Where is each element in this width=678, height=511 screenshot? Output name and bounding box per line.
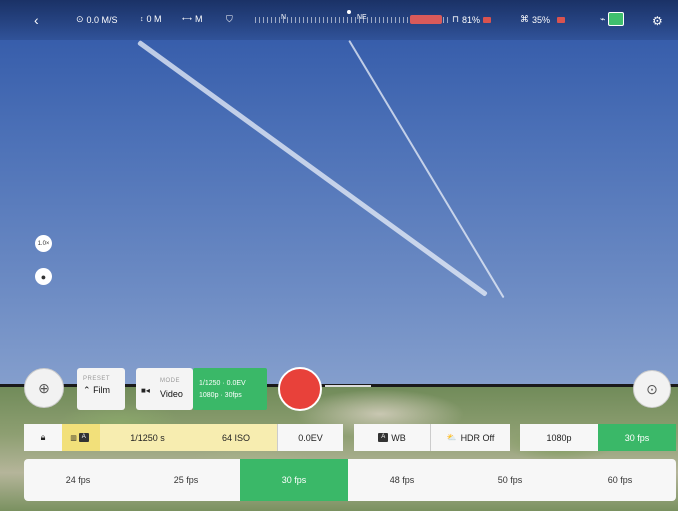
resolution-value: 1080p: [546, 432, 572, 443]
fps-option[interactable]: 25 fps: [132, 459, 240, 501]
signal-icon: ⌁: [600, 13, 606, 24]
ev-value: 0.0EV: [298, 432, 323, 443]
exposure-mode-icon: ▥: [70, 434, 77, 442]
mode-value: Video: [160, 389, 183, 399]
fps-option[interactable]: 48 fps: [348, 459, 456, 501]
shutter-value: 1/1250 s: [130, 432, 165, 443]
drone-battery: ⌘ 35%: [520, 14, 566, 25]
speed-readout: ⊙ 0.0 M/S: [76, 14, 118, 25]
altitude-icon: ↕: [140, 15, 144, 23]
lock-icon: 🔒︎: [40, 432, 46, 442]
speed-value: 0.0 M/S: [86, 14, 118, 25]
drone-control-icon: ⊕: [38, 379, 50, 396]
gps-icon: [608, 12, 625, 26]
zoom-button[interactable]: 1.0×: [35, 235, 52, 252]
auto-badge: A: [78, 433, 89, 442]
locate-button[interactable]: ⊙: [633, 370, 671, 408]
ev-setting[interactable]: 0.0EV: [277, 424, 343, 451]
distance-readout: ⟷ M: [182, 14, 203, 24]
fps-value: 30 fps: [624, 432, 650, 443]
contrail: [348, 40, 505, 299]
controller-battery-value: 81%: [462, 14, 481, 25]
controller-icon: ⊓: [452, 14, 460, 24]
controller-battery-icon: [483, 16, 492, 23]
iso-value: 64 ISO: [221, 432, 250, 443]
film-icon: ⌃: [83, 385, 91, 395]
fps-option[interactable]: 24 fps: [24, 459, 132, 501]
record-button[interactable]: [278, 367, 322, 411]
camera-settings-row: 🔒︎ ▥ A 1/1250 s 64 ISO 0.0EV A WB ⛅ HDR …: [24, 424, 676, 451]
fps-options: 24 fps 25 fps 30 fps 48 fps 50 fps 60 fp…: [24, 459, 676, 501]
altitude-value: 0 M: [146, 14, 162, 24]
distance-value: M: [195, 14, 203, 24]
back-button[interactable]: ‹: [34, 12, 39, 28]
video-camera-icon: ■◂: [141, 386, 150, 395]
fps-option-selected[interactable]: 30 fps: [240, 459, 348, 501]
fps-option-label: 30 fps: [281, 475, 307, 485]
target-icon: ⊙: [646, 380, 658, 397]
record-timeline: [325, 385, 371, 387]
iso-setting[interactable]: 64 ISO: [195, 424, 277, 451]
resolution-setting[interactable]: 1080p: [520, 424, 598, 451]
shield-icon: ⛉: [226, 14, 233, 24]
altitude-readout: ↕ 0 M: [140, 14, 162, 24]
fps-option[interactable]: 60 fps: [564, 459, 676, 501]
drone-icon: ⌘: [520, 14, 529, 24]
mode-label: MODE: [160, 378, 180, 384]
fps-option-label: 24 fps: [65, 475, 91, 485]
gimbal-icon: ●: [40, 271, 47, 282]
hdr-setting[interactable]: ⛅ HDR Off: [430, 424, 510, 451]
preset-label: PRESET: [83, 376, 111, 382]
compass-indicator: [347, 10, 351, 14]
compass-warning-zone: [410, 15, 442, 24]
fps-option-label: 50 fps: [497, 475, 523, 485]
contrail: [137, 40, 488, 297]
wb-setting[interactable]: A WB: [354, 424, 430, 451]
auto-exposure-toggle[interactable]: ▥ A: [62, 424, 100, 451]
settings-button[interactable]: ⚙: [652, 14, 663, 28]
fps-option-label: 60 fps: [607, 475, 633, 485]
preset-value-row: ⌃ Film: [83, 385, 125, 396]
fps-option-label: 25 fps: [173, 475, 199, 485]
drone-battery-icon: [557, 16, 566, 23]
chevron-left-icon: ‹: [34, 12, 39, 28]
hdr-value: HDR Off: [460, 432, 495, 443]
joystick-button[interactable]: ⊕: [24, 368, 64, 408]
fps-option[interactable]: 50 fps: [456, 459, 564, 501]
compass-n-label: N: [281, 14, 287, 21]
fps-option-label: 48 fps: [389, 475, 415, 485]
summary-format: 1080p · 30fps: [199, 391, 242, 399]
preset-card[interactable]: PRESET ⌃ Film: [77, 368, 125, 410]
mode-card[interactable]: ■◂ MODE Video: [136, 368, 193, 410]
shutter-setting[interactable]: 1/1250 s: [100, 424, 195, 451]
fps-setting[interactable]: 30 fps: [598, 424, 676, 451]
compass-ne-label: NE: [357, 14, 367, 21]
signal-status: ⌁: [600, 12, 625, 26]
wb-value: WB: [391, 432, 406, 443]
status-bar: ‹ ⊙ 0.0 M/S ↕ 0 M ⟷ M ⛉ N NE ⊓ 81% ⌘ 35%…: [0, 0, 678, 40]
wb-auto-badge: A: [378, 433, 389, 442]
summary-exposure: 1/1250 · 0.0EV: [199, 379, 246, 387]
gear-icon: ⚙: [652, 14, 663, 28]
lock-button[interactable]: 🔒︎: [24, 424, 62, 451]
exposure-summary[interactable]: 1/1250 · 0.0EV 1080p · 30fps: [193, 368, 267, 410]
distance-icon: ⟷: [182, 16, 193, 23]
speed-icon: ⊙: [76, 14, 84, 24]
controller-battery: ⊓ 81%: [452, 14, 492, 25]
gimbal-button[interactable]: ●: [35, 268, 52, 285]
drone-battery-value: 35%: [532, 14, 551, 25]
zoom-label: 1.0×: [37, 240, 50, 247]
hdr-icon: ⛅: [446, 433, 457, 442]
preset-value: Film: [93, 385, 111, 395]
